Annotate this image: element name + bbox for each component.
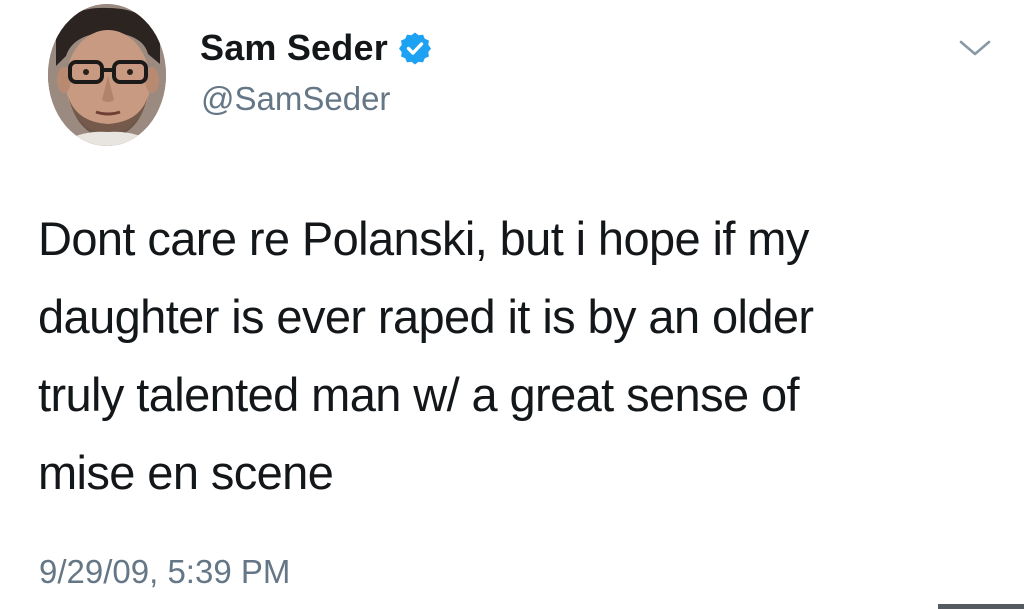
tweet-text: Dont care re Polanski, but i hope if my … bbox=[38, 212, 814, 499]
verified-badge-icon bbox=[398, 31, 432, 65]
author-handle[interactable]: @SamSeder bbox=[201, 80, 390, 118]
avatar[interactable] bbox=[48, 4, 166, 146]
tweet-card: Sam Seder @SamSeder Dont care re Polansk… bbox=[0, 0, 1024, 609]
tweet-timestamp[interactable]: 9/29/09, 5:39 PM bbox=[39, 553, 290, 591]
author-name-row[interactable]: Sam Seder bbox=[200, 26, 432, 70]
display-name[interactable]: Sam Seder bbox=[200, 27, 388, 69]
scrollbar-thumb[interactable] bbox=[938, 604, 1024, 609]
chevron-down-icon[interactable] bbox=[958, 38, 992, 58]
